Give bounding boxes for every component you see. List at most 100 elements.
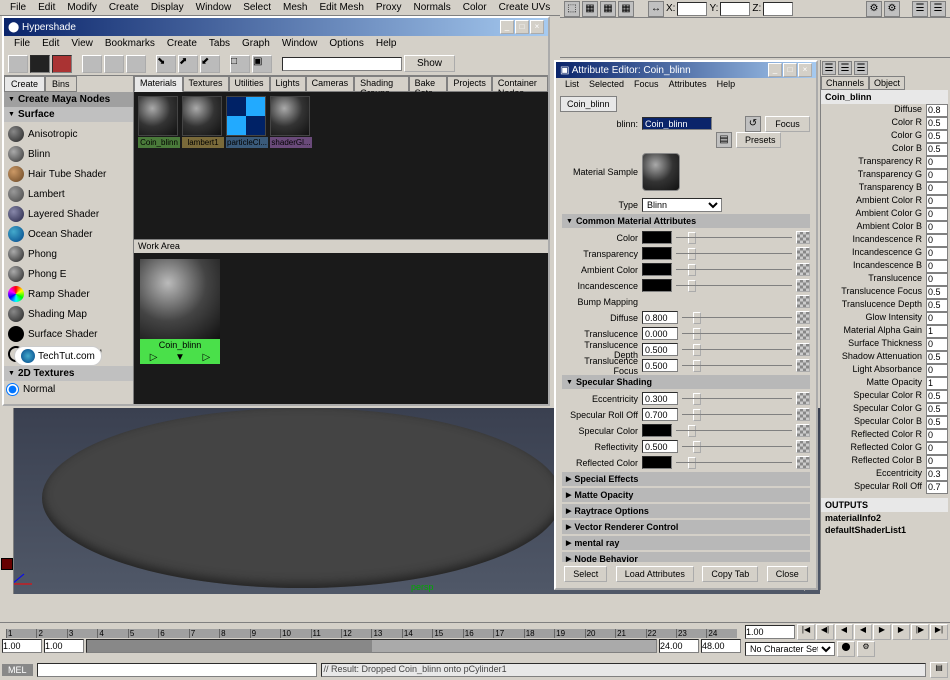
toolbox-icon[interactable] [1,558,13,570]
step-back-button[interactable]: ◀| [816,624,834,640]
shader-item[interactable]: Shading Map [6,304,131,324]
preset-icon[interactable]: ▤ [716,132,732,148]
channel-value[interactable]: 0 [926,156,948,169]
attr-node-tab[interactable]: Coin_blinn [560,96,617,112]
attribute-slider[interactable] [682,359,792,372]
attribute-slider[interactable] [682,343,792,356]
shader-item[interactable]: Surface Shader [6,324,131,344]
attribute-input[interactable] [642,408,678,421]
step-fwd-button[interactable]: |▶ [911,624,929,640]
menu-item[interactable]: View [65,36,99,52]
shader-item[interactable]: Ramp Shader [6,284,131,304]
specular-shading-section[interactable]: Specular Shading [562,375,810,389]
channel-value[interactable]: 0 [926,247,948,260]
create-tab[interactable]: Create [4,76,45,92]
channel-name[interactable]: Reflected Color B [821,455,926,468]
attribute-section[interactable]: mental ray [562,536,810,550]
common-attrs-section[interactable]: Common Material Attributes [562,214,810,228]
channel-name[interactable]: Material Alpha Gain [821,325,926,338]
shelf-icon[interactable]: ▦ [600,1,616,17]
character-set-select[interactable]: No Character Set [745,642,835,656]
channel-name[interactable]: Incandescence B [821,260,926,273]
channel-value[interactable]: 0.8 [926,104,948,117]
hypershade-titlebar[interactable]: ⬤ Hypershade _ □ × [4,18,548,36]
menu-item[interactable]: Bookmarks [99,36,161,52]
play-button[interactable]: ▶ [873,624,891,640]
shader-item[interactable]: Hair Tube Shader [6,164,131,184]
menu-item[interactable]: Edit [36,36,65,52]
material-swatch[interactable]: particleCl... [226,96,268,235]
menu-item[interactable]: File [4,0,32,15]
map-button[interactable] [796,295,810,308]
play-back-button[interactable]: ◀ [854,624,872,640]
material-tab[interactable]: Utilities [229,76,270,92]
material-swatch[interactable]: lambert1 [182,96,224,235]
color-swatch[interactable] [642,263,672,276]
autokey-button[interactable]: ⬤ [837,641,855,657]
maximize-button[interactable]: □ [515,20,529,34]
work-area[interactable]: Coin_blinn ▷▼▷ [134,253,548,404]
channel-value[interactable]: 0 [926,455,948,468]
prefs-button[interactable]: ⚙ [857,641,875,657]
range-start-input[interactable] [2,639,42,653]
tool-icon[interactable] [8,55,28,73]
channel-value[interactable]: 0.5 [926,299,948,312]
channel-name[interactable]: Reflected Color G [821,442,926,455]
map-button[interactable] [796,263,810,276]
channel-name[interactable]: Diffuse [821,104,926,117]
materials-panel[interactable]: Coin_blinnlambert1particleCl...shaderGl.… [134,92,548,239]
tool-icon[interactable] [52,55,72,73]
channel-name[interactable]: Eccentricity [821,468,926,481]
menu-item[interactable]: Color [457,0,493,15]
attribute-slider[interactable] [676,456,792,469]
load-attributes-button[interactable]: Load Attributes [616,566,694,582]
channel-value[interactable]: 0 [926,442,948,455]
shader-item[interactable]: Lambert [6,184,131,204]
channel-name[interactable]: Ambient Color G [821,208,926,221]
shelf-icon[interactable]: ▦ [582,1,598,17]
next-key-button[interactable]: ▶ [892,624,910,640]
channel-name[interactable]: Specular Color B [821,416,926,429]
channel-value[interactable]: 1 [926,325,948,338]
channel-value[interactable]: 0.5 [926,286,948,299]
minimize-button[interactable]: _ [500,20,514,34]
attribute-section[interactable]: Special Effects [562,472,810,486]
attribute-input[interactable] [642,311,678,324]
object-tab[interactable]: Object [869,76,905,90]
channel-name[interactable]: Color G [821,130,926,143]
attribute-input[interactable] [642,343,678,356]
tool-icon[interactable] [104,55,124,73]
shader-item[interactable]: Ocean Shader [6,224,131,244]
menu-item[interactable]: Tabs [203,36,236,52]
menu-item[interactable]: Create [161,36,203,52]
toggle-icon[interactable]: ↔ [648,1,664,17]
channel-name[interactable]: Color R [821,117,926,130]
shader-item[interactable]: Phong [6,244,131,264]
normal-radio[interactable] [6,383,19,396]
attribute-slider[interactable] [676,279,792,292]
output-node[interactable]: defaultShaderList1 [821,524,948,536]
graph-icon[interactable]: ⬋ [200,55,220,73]
map-button[interactable] [796,440,810,453]
channel-icon[interactable]: ☰ [854,61,868,75]
show-button[interactable]: Show [404,55,455,72]
attribute-slider[interactable] [676,424,792,437]
play-right-icon[interactable]: ▷ [203,352,211,363]
channel-name[interactable]: Matte Opacity [821,377,926,390]
channel-value[interactable]: 0 [926,260,948,273]
channel-value[interactable]: 0.7 [926,481,948,494]
channel-value[interactable]: 0.5 [926,403,948,416]
surface-header[interactable]: Surface [4,107,133,122]
color-swatch[interactable] [642,424,672,437]
map-button[interactable] [796,408,810,421]
map-button[interactable] [796,247,810,260]
menu-item[interactable]: File [8,36,36,52]
tool-icon[interactable] [82,55,102,73]
attribute-input[interactable] [642,359,678,372]
menu-item[interactable]: Help [712,78,741,92]
shader-item[interactable]: Blinn [6,144,131,164]
channel-value[interactable]: 0.3 [926,468,948,481]
focus-button[interactable]: Focus [765,116,810,132]
menu-item[interactable]: Proxy [370,0,408,15]
color-swatch[interactable] [642,279,672,292]
